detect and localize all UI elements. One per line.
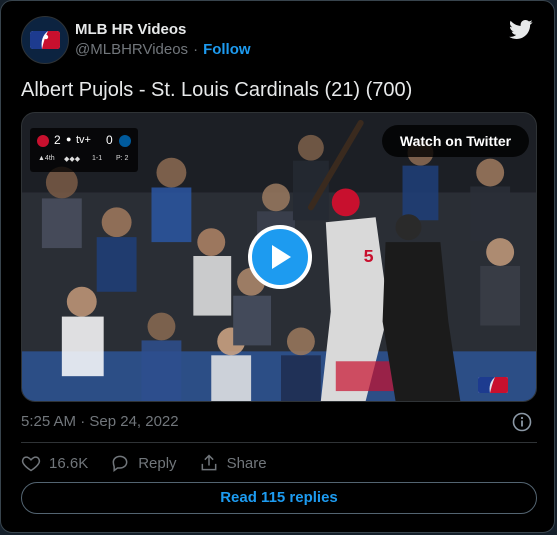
play-button[interactable] <box>248 225 312 289</box>
cardinals-logo-icon <box>37 135 49 147</box>
reply-label: Reply <box>138 454 177 472</box>
tweet-timestamp[interactable]: 5:25 AM · Sep 24, 2022 <box>21 413 179 430</box>
share-label: Share <box>226 454 267 472</box>
watch-on-twitter-button[interactable]: Watch on Twitter <box>382 125 529 157</box>
action-bar: 16.6K Reply Share <box>21 451 289 475</box>
home-score: 0 <box>106 133 113 147</box>
dodgers-logo-icon <box>119 135 131 147</box>
scorebug-scores: 2 ● tv+ 0 <box>30 133 138 149</box>
separator-dot: · <box>193 41 199 58</box>
like-button[interactable]: 16.6K <box>21 453 88 473</box>
author-name[interactable]: MLB HR Videos <box>75 20 251 40</box>
follow-button[interactable]: Follow <box>203 41 251 58</box>
inning: ▲4th <box>38 155 55 162</box>
reply-icon <box>112 455 128 472</box>
tweet-text: Albert Pujols - St. Louis Cardinals (21)… <box>21 79 413 101</box>
author-block: MLB HR Videos @MLBHRVideos · Follow <box>75 20 251 60</box>
share-button[interactable]: Share <box>199 453 267 473</box>
mlb-watermark-icon <box>478 377 508 393</box>
count: 1-1 <box>92 155 103 162</box>
svg-text:5: 5 <box>364 246 374 266</box>
scorebug: 2 ● tv+ 0 ▲4th ◆◆◆ 1-1 P: 2 <box>30 128 138 172</box>
away-score: 2 <box>54 133 61 147</box>
video-player[interactable]: 5 2 ● tv+ 0 ▲4th ◆◆◆ 1-1 P: 2 Watch on T… <box>21 112 537 402</box>
info-icon[interactable] <box>512 412 532 432</box>
author-handle[interactable]: @MLBHRVideos <box>75 41 188 58</box>
apple-logo-icon: ● <box>66 134 72 144</box>
heart-icon <box>21 456 41 472</box>
author-subline: @MLBHRVideos · Follow <box>75 40 251 60</box>
bases-icon: ◆◆◆ <box>64 156 81 163</box>
network-label: tv+ <box>76 134 91 146</box>
avatar[interactable] <box>21 16 69 64</box>
share-icon <box>201 454 216 471</box>
read-replies-button[interactable]: Read 115 replies <box>21 482 537 514</box>
divider <box>21 442 537 443</box>
tweet-card: MLB HR Videos @MLBHRVideos · Follow Albert… <box>0 0 555 533</box>
twitter-bird-icon[interactable] <box>509 17 533 41</box>
pitch-label: P: 2 <box>116 155 129 162</box>
reply-button[interactable]: Reply <box>110 453 177 473</box>
play-icon <box>272 245 291 269</box>
mlb-logo-icon <box>30 31 60 49</box>
like-count: 16.6K <box>49 454 89 472</box>
